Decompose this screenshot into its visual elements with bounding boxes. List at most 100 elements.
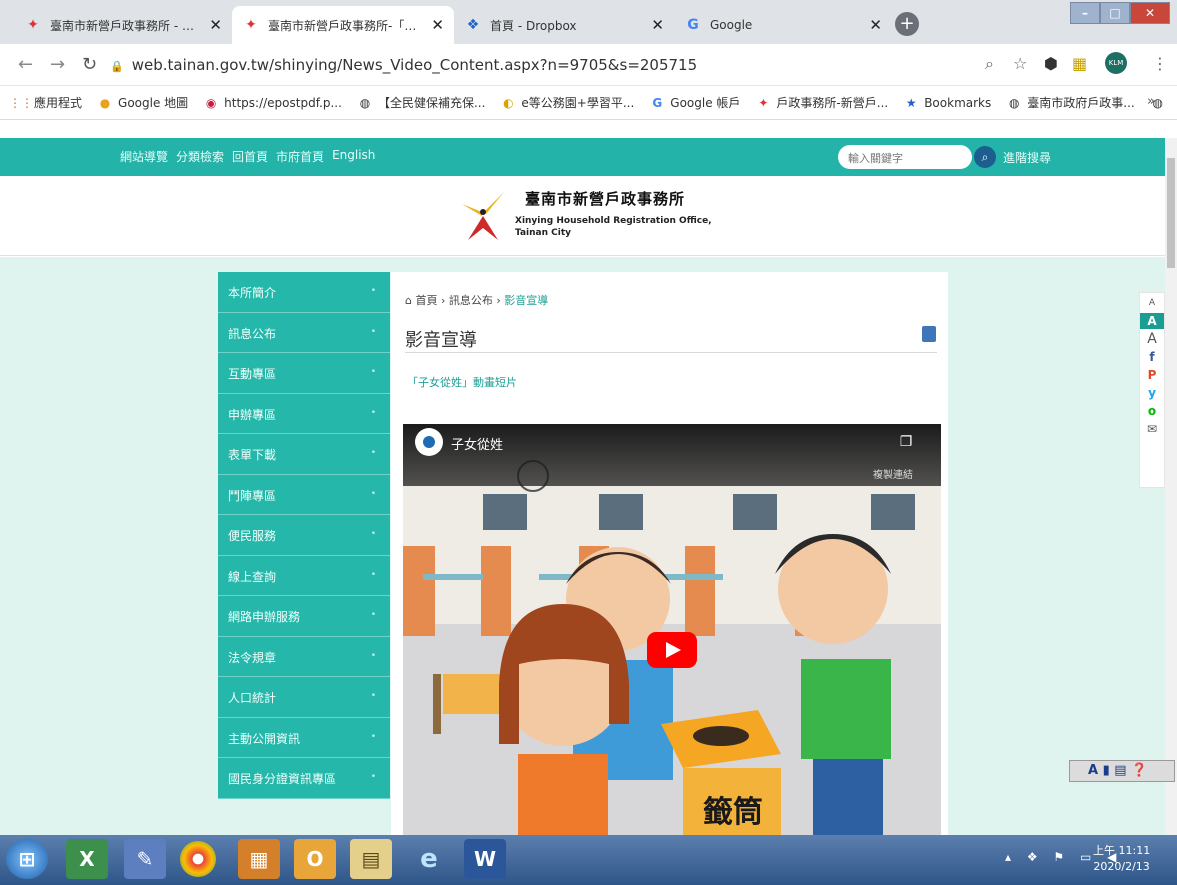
bookmark-elearn[interactable]: ◐ e等公務園+學習平...	[501, 94, 634, 111]
link-city-home[interactable]: 市府首頁	[276, 148, 324, 165]
chevron-right-icon: •	[370, 529, 376, 539]
font-large-button[interactable]: A	[1140, 331, 1164, 347]
chevron-right-icon: •	[370, 448, 376, 458]
sidebar-item-apply[interactable]: 申辦專區 •	[218, 393, 390, 434]
bookmark-epost[interactable]: ◉ https://epostpdf.p...	[204, 96, 342, 110]
back-button[interactable]: ←	[18, 54, 33, 75]
clock[interactable]: 上午 11:11 2020/2/13	[1093, 843, 1150, 875]
bookmark-tainan[interactable]: ◍ 臺南市政府戶政事...	[1007, 94, 1135, 111]
sidebar-item-community[interactable]: 鬥陣專區 •	[218, 474, 390, 515]
site-top-nav: 網站導覽 分類檢索 回首頁 市府首頁 English 輸入關鍵字 ⌕ 進階搜尋	[0, 138, 1165, 176]
sidebar-item-public-info[interactable]: 主動公開資訊 •	[218, 717, 390, 758]
ie-icon[interactable]: e	[408, 839, 450, 879]
paint-icon[interactable]: ✎	[124, 839, 166, 879]
chevron-right-icon: •	[370, 772, 376, 782]
apps-grid-icon: ⋮⋮	[9, 95, 33, 110]
breadcrumb-current[interactable]: 影音宣導	[504, 294, 548, 307]
link-home[interactable]: 回首頁	[232, 148, 268, 165]
search-input[interactable]: 輸入關鍵字	[838, 145, 972, 169]
reload-button[interactable]: ↻	[82, 54, 97, 75]
start-button[interactable]: ⊞	[6, 839, 48, 879]
app-icon[interactable]: ▦	[238, 839, 280, 879]
sidebar-item-regulations[interactable]: 法令規章 •	[218, 636, 390, 677]
explorer-icon[interactable]: ▤	[350, 839, 392, 879]
window-controls: – □ ✕	[1070, 2, 1170, 28]
menu-kebab-icon[interactable]: ⋮	[1152, 54, 1168, 73]
copy-link-label[interactable]: 複製連結	[873, 466, 913, 481]
url-field[interactable]: 🔒 web.tainan.gov.tw/shinying/News_Video_C…	[110, 52, 990, 78]
minimize-button[interactable]: –	[1070, 2, 1100, 24]
bookmarks-more-button[interactable]: »	[1147, 94, 1155, 109]
scrollbar[interactable]	[1165, 138, 1177, 835]
sidebar-item-about[interactable]: 本所簡介 •	[218, 272, 390, 313]
excel-icon[interactable]: X	[66, 839, 108, 879]
link-english[interactable]: English	[332, 148, 375, 165]
bookmark-google-maps[interactable]: ● Google 地圖	[98, 94, 188, 111]
sidebar-item-query[interactable]: 線上查詢 •	[218, 555, 390, 596]
word-icon[interactable]: W	[464, 839, 506, 879]
font-small-button[interactable]: A	[1140, 295, 1164, 311]
star-bookmark-icon[interactable]: ☆	[1013, 54, 1027, 73]
chrome-icon[interactable]	[180, 841, 216, 877]
play-button[interactable]	[647, 632, 697, 668]
scroll-thumb[interactable]	[1167, 158, 1175, 268]
new-tab-button[interactable]: +	[895, 12, 919, 36]
home-icon[interactable]: ⌂	[405, 294, 412, 307]
bookmark-household[interactable]: ✦ 戶政事務所-新營戶...	[756, 94, 888, 111]
forward-button[interactable]: →	[50, 54, 65, 75]
search-icon[interactable]: ⌕	[974, 146, 996, 168]
advanced-search-link[interactable]: 進階搜尋	[1003, 149, 1051, 166]
sidebar-item-news[interactable]: 訊息公布 •	[218, 312, 390, 353]
extension-icon[interactable]: ⬢	[1044, 54, 1058, 73]
maximize-button[interactable]: □	[1100, 2, 1130, 24]
flag-logo-icon: ✦	[758, 95, 769, 110]
bookmark-apps[interactable]: ⋮⋮ 應用程式	[9, 94, 82, 111]
flag-logo-icon: ✦	[245, 17, 257, 33]
zoom-icon[interactable]: ⌕	[985, 54, 994, 74]
plurk-icon[interactable]: P	[1140, 367, 1164, 383]
chevron-right-icon: •	[370, 691, 376, 701]
ime-toolbar[interactable]: A ▮ ▤ ❓	[1069, 760, 1175, 782]
bookmark-google-account[interactable]: G Google 帳戶	[650, 94, 740, 111]
post-icon: ◉	[205, 95, 217, 110]
copy-link-icon[interactable]: ❐	[881, 434, 931, 450]
close-icon[interactable]: ✕	[869, 16, 882, 34]
link-sitemap[interactable]: 網站導覽	[120, 148, 168, 165]
bookmark-bookmarks[interactable]: ★ Bookmarks	[904, 96, 991, 110]
outlook-icon[interactable]: O	[294, 839, 336, 879]
tab-dropbox[interactable]: ❖ 首頁 - Dropbox ✕	[454, 6, 674, 44]
breadcrumb-news[interactable]: 訊息公布	[449, 294, 493, 307]
sidebar-item-id-card[interactable]: 國民身分證資訊專區 •	[218, 758, 390, 799]
close-icon[interactable]: ✕	[651, 16, 664, 34]
bookmark-nhi[interactable]: ◍ 【全民健保補充保...	[358, 94, 486, 111]
print-icon[interactable]	[922, 326, 936, 342]
sidebar-item-interactive[interactable]: 互動專區 •	[218, 353, 390, 394]
sidebar-item-online-apply[interactable]: 網路申辦服務 •	[218, 596, 390, 637]
sidebar: 本所簡介 • 訊息公布 • 互動專區 • 申辦專區 • 表單下載 • 鬥陣專區 • 便民服務…	[218, 272, 390, 835]
font-medium-button[interactable]: A	[1140, 313, 1164, 329]
line-icon[interactable]: o	[1140, 403, 1164, 419]
site-title[interactable]: 臺南市新營戶政事務所 Xinying Household Registratio…	[515, 188, 712, 239]
breadcrumb-home[interactable]: 首頁	[415, 294, 437, 307]
sidebar-item-forms[interactable]: 表單下載 •	[218, 434, 390, 475]
tab-current[interactable]: ✦ 臺南市新營戶政事務所-「子女從姓 ✕	[232, 6, 454, 44]
site-logo-icon[interactable]	[460, 190, 506, 242]
twitter-icon[interactable]: y	[1140, 385, 1164, 401]
close-window-button[interactable]: ✕	[1130, 2, 1170, 24]
tab-search[interactable]: ✦ 臺南市新營戶政事務所 - 全站搜尋 ✕	[14, 6, 232, 44]
link-category[interactable]: 分類檢索	[176, 148, 224, 165]
close-icon[interactable]: ✕	[209, 16, 222, 34]
sidebar-item-services[interactable]: 便民服務 •	[218, 515, 390, 556]
dropbox-icon: ❖	[466, 17, 480, 33]
channel-avatar[interactable]	[415, 428, 443, 456]
tab-google[interactable]: G Google ✕	[674, 6, 892, 44]
facebook-icon[interactable]: f	[1140, 349, 1164, 365]
close-icon[interactable]: ✕	[431, 16, 444, 34]
video-player[interactable]: 籤筒 子女從姓 ❐ 複製連結	[403, 424, 941, 835]
video-title[interactable]: 子女從姓	[451, 434, 503, 453]
sidebar-item-population[interactable]: 人口統計 •	[218, 677, 390, 718]
avatar[interactable]: KLM	[1105, 52, 1127, 74]
chevron-right-icon: •	[370, 569, 376, 580]
email-icon[interactable]: ✉	[1140, 421, 1164, 437]
extension-dict-icon[interactable]: ▦	[1072, 54, 1087, 73]
